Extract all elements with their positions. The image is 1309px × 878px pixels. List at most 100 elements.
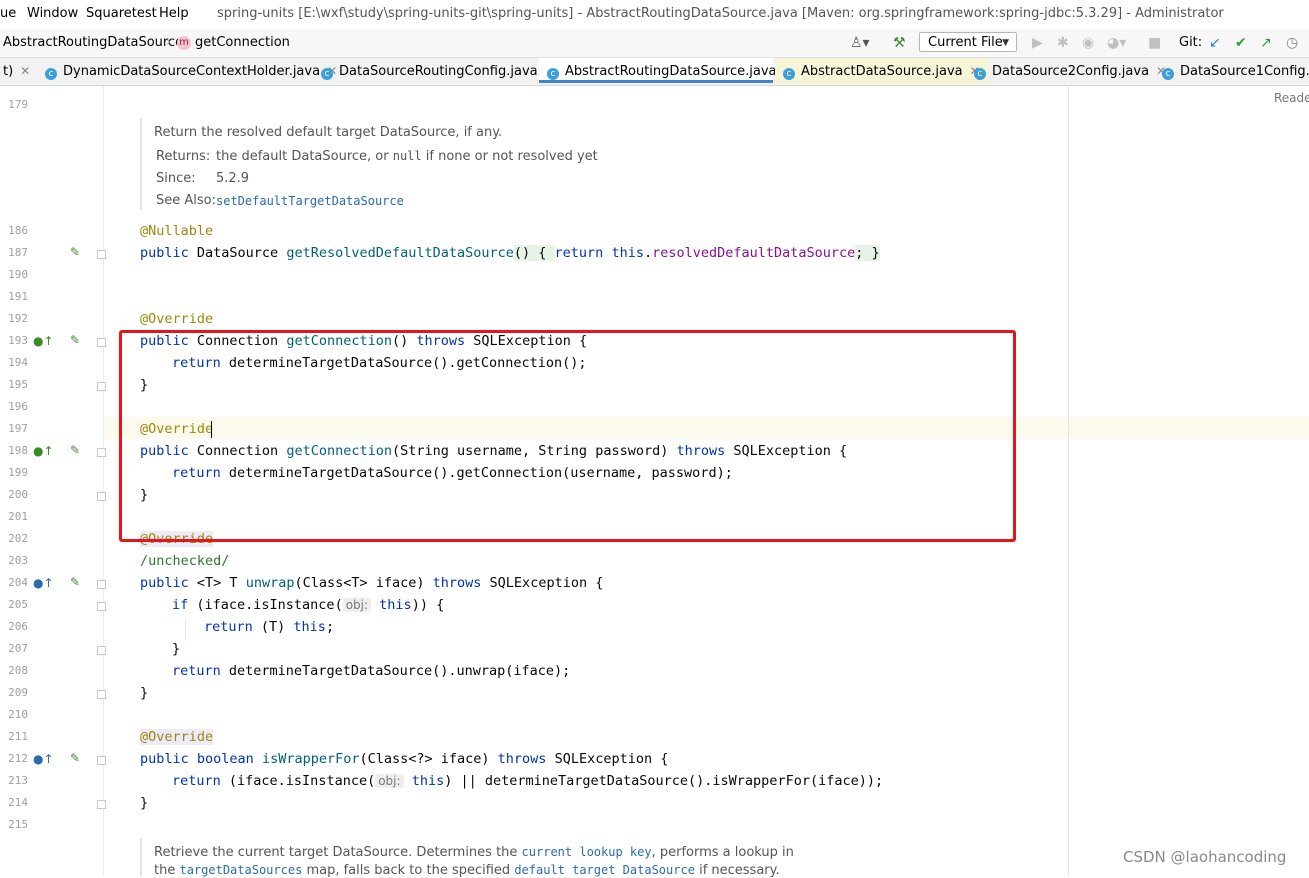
doc-link[interactable]: targetDataSources	[179, 863, 302, 877]
line-number: 202	[8, 532, 28, 545]
class-icon: c	[783, 68, 795, 80]
line-number: 209	[8, 686, 28, 699]
build-hammer-icon[interactable]: ⚒	[893, 35, 906, 51]
tab-label: AbstractRoutingDataSource.java	[565, 64, 777, 79]
navigation-bar: AbstractRoutingDataSource › m getConnect…	[0, 29, 1309, 58]
stop-icon[interactable]: ■	[1148, 35, 1161, 51]
menu-item-squaretest[interactable]: Squaretest	[86, 6, 157, 21]
close-icon[interactable]: ✕	[20, 64, 30, 78]
code-token: SQLException {	[481, 575, 604, 591]
code-line-203: /unchecked/	[140, 553, 230, 569]
fold-marker[interactable]	[97, 756, 106, 765]
implements-up-icon[interactable]: ●↑	[33, 576, 54, 590]
code-token: resolvedDefaultDataSource	[652, 245, 856, 261]
tab-abstract-routing-datasource[interactable]: cAbstractRoutingDataSource.java✕	[539, 58, 794, 83]
breadcrumb-class[interactable]: AbstractRoutingDataSource	[3, 35, 183, 50]
fold-marker[interactable]	[97, 646, 106, 655]
code-token: public	[140, 575, 189, 591]
doc-link[interactable]: default target DataSource	[514, 863, 695, 877]
git-commit-icon[interactable]: ✔	[1235, 35, 1247, 51]
code-token: .	[643, 245, 653, 261]
implement-icon[interactable]: ✎	[70, 751, 80, 765]
tab-datasource-routing-config[interactable]: cDataSourceRoutingConfig.java✕	[321, 58, 555, 85]
menu-item-window[interactable]: Window	[27, 6, 78, 21]
line-number: 197	[8, 422, 28, 435]
fold-marker[interactable]	[97, 250, 106, 259]
code-token: DataSource	[188, 245, 287, 261]
tab-datasource2-config[interactable]: c DataSource2Config.java ✕	[974, 58, 1166, 85]
doc-text: Retrieve the current target DataSource. …	[154, 845, 518, 860]
git-update-icon[interactable]: ↙	[1209, 35, 1221, 51]
fold-marker[interactable]	[97, 580, 106, 589]
implement-icon[interactable]: ✎	[70, 575, 80, 589]
doc-returns-code: null	[392, 149, 422, 163]
line-number: 191	[8, 290, 28, 303]
git-push-icon[interactable]: ↗	[1260, 35, 1272, 51]
doc-since-value: 5.2.9	[216, 171, 250, 186]
menu-item-help[interactable]: Help	[159, 6, 189, 21]
line-number: 198	[8, 444, 28, 457]
tab-truncated[interactable]: t) ✕	[3, 58, 30, 85]
run-config-select[interactable]: Current File ▼	[919, 32, 1017, 52]
line-number: 214	[8, 796, 28, 809]
profile-icon[interactable]: ◕▾	[1107, 35, 1126, 51]
doc-returns-text: the default DataSource, or	[216, 149, 389, 164]
line-number: 186	[8, 224, 28, 237]
user-icon[interactable]: ♙▾	[850, 35, 870, 51]
history-icon[interactable]: ◷	[1286, 35, 1298, 51]
doc-block-border	[140, 118, 142, 210]
code-line-209: }	[140, 685, 149, 701]
tab-label: DataSource2Config.java	[992, 64, 1150, 79]
code-token: throws	[432, 575, 482, 591]
implement-icon[interactable]: ✎	[70, 443, 80, 457]
fold-marker[interactable]	[97, 448, 106, 457]
fold-marker[interactable]	[97, 338, 106, 347]
editor-tab-bar: t) ✕ c DynamicDataSourceContextHolder.java…	[0, 58, 1309, 86]
tab-datasource1-config[interactable]: c DataSource1Config.jav	[1162, 58, 1309, 85]
breadcrumb-separator-icon: ›	[166, 35, 172, 50]
fold-marker[interactable]	[97, 382, 106, 391]
menu-item-truncated[interactable]: ue	[0, 6, 16, 21]
line-number: 208	[8, 664, 28, 677]
class-icon: c	[1162, 68, 1174, 80]
fold-marker[interactable]	[97, 602, 106, 611]
code-token: ; }	[855, 245, 880, 261]
line-number: 211	[8, 730, 28, 743]
implement-icon[interactable]: ✎	[70, 245, 80, 259]
code-token: getResolvedDefaultDataSource	[286, 245, 514, 261]
fold-marker[interactable]	[97, 800, 106, 809]
tab-dynamic-datasource-context-holder[interactable]: cDynamicDataSourceContextHolder.java✕	[45, 58, 337, 85]
reader-mode-toggle[interactable]: Reade	[1274, 91, 1309, 105]
doc-see-link[interactable]: setDefaultTargetDataSource	[216, 194, 404, 208]
class-icon: c	[547, 68, 559, 80]
coverage-icon[interactable]: ◉	[1082, 35, 1094, 51]
override-up-icon[interactable]: ●↑	[33, 334, 54, 348]
implements-up-icon[interactable]: ●↑	[33, 752, 54, 766]
code-line-205: if (iface.isInstance(obj: this)) {	[172, 597, 444, 613]
doc-summary: Return the resolved default target DataS…	[154, 125, 503, 140]
implement-icon[interactable]: ✎	[70, 333, 80, 347]
code-token: unwrap	[245, 575, 295, 591]
code-line-214: }	[140, 795, 149, 811]
override-up-icon[interactable]: ●↑	[33, 444, 54, 458]
code-line-186: @Nullable	[140, 223, 214, 239]
class-icon: c	[974, 68, 986, 80]
line-number: 206	[8, 620, 28, 633]
doc-returns-line: the default DataSource, or null if none …	[216, 149, 598, 164]
code-token: ) || determineTargetDataSource().isWrapp…	[444, 773, 884, 789]
line-number: 215	[8, 818, 28, 831]
code-token: () {	[513, 245, 555, 261]
doc-see-label: See Also:	[156, 193, 216, 208]
code-line-206: return (T) this;	[204, 619, 334, 635]
debug-icon[interactable]: ✱	[1057, 35, 1069, 51]
fold-marker[interactable]	[97, 492, 106, 501]
run-icon[interactable]: ▶	[1032, 35, 1043, 51]
line-number: 195	[8, 378, 28, 391]
breadcrumb-method[interactable]: getConnection	[195, 35, 290, 50]
chevron-down-icon: ▼	[1002, 38, 1009, 48]
fold-marker[interactable]	[97, 690, 106, 699]
line-number: 205	[8, 598, 28, 611]
doc-link[interactable]: current lookup key	[522, 845, 652, 859]
tab-abstract-datasource[interactable]: cAbstractDataSource.java✕	[775, 58, 988, 85]
code-token: this	[371, 597, 412, 613]
